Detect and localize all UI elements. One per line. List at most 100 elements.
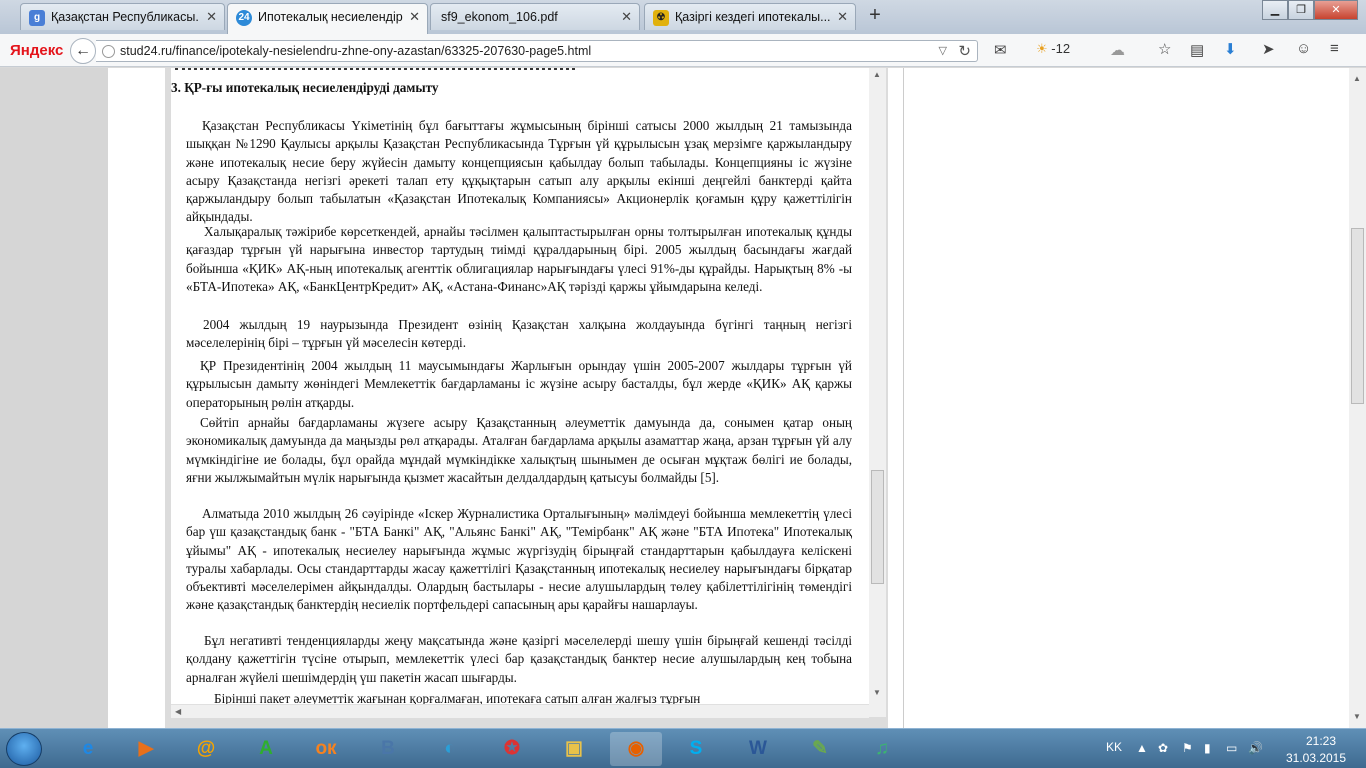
mail-agent-icon: @ — [196, 738, 216, 759]
close-icon[interactable]: ✕ — [409, 9, 420, 25]
temperature-text: -12 — [1051, 41, 1071, 56]
paint-taskbar-button[interactable]: ✎ — [794, 732, 846, 766]
network-app-icon[interactable]: ✿ — [1158, 741, 1168, 755]
url-text: stud24.ru/finance/ipotekaly-nesielendru-… — [120, 44, 592, 58]
language-indicator[interactable]: KK — [1106, 740, 1122, 754]
skype-icon: S — [689, 738, 703, 759]
spinner-app-taskbar-button[interactable]: ✪ — [486, 732, 538, 766]
scroll-up-arrow[interactable]: ▲ — [873, 70, 881, 79]
firefox-icon: ◉ — [627, 738, 645, 759]
weather-widget[interactable]: ☀ -12 — [1036, 41, 1070, 57]
scroll-thumb[interactable] — [1351, 228, 1364, 404]
battery-icon[interactable]: ▭ — [1226, 741, 1237, 755]
paragraph-4: ҚР Президентінің 2004 жылдың 11 маусымын… — [186, 358, 852, 410]
tab-1[interactable]: g Қазақстан Республикасы... ✕ — [20, 3, 225, 30]
paragraph-6: Алматыда 2010 жылдың 26 сәуірінде «Іскер… — [186, 506, 852, 613]
address-bar[interactable]: stud24.ru/finance/ipotekaly-nesielendru-… — [96, 40, 978, 62]
signal-icon[interactable]: ▮ — [1204, 741, 1211, 755]
close-window-button[interactable]: ✕ — [1314, 0, 1358, 20]
scroll-up-arrow[interactable]: ▲ — [1353, 74, 1361, 83]
download-icon[interactable]: ⬇ — [1224, 40, 1237, 58]
menu-icon[interactable]: ≡ — [1330, 40, 1339, 57]
smiley-icon[interactable]: ☺ — [1296, 40, 1311, 57]
page-content: 3. ҚР-ғы ипотекалық несиелендіруді дамыт… — [0, 68, 1349, 728]
mail-agent-taskbar-button[interactable]: @ — [180, 732, 232, 766]
paragraph-2: Халықаралық тәжірибе көрсеткендей, арнай… — [186, 224, 852, 294]
file-explorer-taskbar-button[interactable]: ▣ — [548, 732, 600, 766]
document-view: 3. ҚР-ғы ипотекалық несиелендіруді дамыт… — [171, 68, 869, 717]
globe-icon — [102, 45, 115, 58]
tab-1-label: Қазақстан Республикасы... — [51, 10, 200, 24]
tab-3[interactable]: sf9_ekonom_106.pdf ✕ — [430, 3, 640, 30]
close-icon[interactable]: ✕ — [206, 9, 217, 25]
close-icon[interactable]: ✕ — [621, 9, 632, 25]
scroll-thumb[interactable] — [871, 470, 884, 584]
word-icon: W — [749, 738, 767, 759]
reload-icon[interactable]: ↻ — [958, 42, 971, 60]
taskbar: e ▶ @ Aок В ◐ ✪ ▣ ◉ S W ✎ ♫ KK ▲ ✿ ⚑ ▮ ▭ 🔊 21:23 31.… — [0, 728, 1366, 768]
chevron-down-icon[interactable]: ▽ — [939, 44, 947, 57]
minimize-button[interactable]: ▁ — [1262, 0, 1288, 20]
scroll-down-arrow[interactable]: ▼ — [873, 688, 881, 697]
scroll-left-arrow[interactable]: ◀ — [175, 707, 181, 716]
media-player-taskbar-button[interactable]: ▶ — [120, 732, 172, 766]
page-right-area — [903, 68, 1349, 728]
back-button[interactable]: ← — [70, 38, 96, 64]
skype-taskbar-button[interactable]: S — [670, 732, 722, 766]
stud24-icon: 24 — [236, 10, 252, 26]
new-tab-button[interactable]: + — [864, 4, 886, 26]
mail-icon[interactable]: ✉ — [994, 41, 1007, 59]
system-tray: KK ▲ ✿ ⚑ ▮ ▭ 🔊 21:23 31.03.2015 — [1100, 729, 1366, 768]
paragraph-3: 2004 жылдың 19 наурызында Президент өзін… — [186, 317, 852, 351]
paint-icon: ✎ — [812, 738, 828, 759]
section-heading: 3. ҚР-ғы ипотекалық несиелендіруді дамыт… — [171, 80, 439, 95]
maximize-button[interactable]: ❐ — [1288, 0, 1314, 20]
internet-explorer-icon: e — [82, 738, 94, 759]
agent-app-icon: ◐ — [444, 738, 456, 759]
music-app-taskbar-button[interactable]: ♫ — [856, 732, 908, 766]
cloud-icon[interactable]: ☁ — [1110, 41, 1125, 59]
odnoklassniki-icon: ок — [315, 738, 337, 759]
start-button[interactable] — [6, 732, 42, 766]
browser-toolbar: Яндекс ← stud24.ru/finance/ipotekaly-nes… — [0, 34, 1366, 67]
tab-2[interactable]: 24 Ипотекалық несиелендір... ✕ — [227, 3, 428, 34]
volume-icon[interactable]: 🔊 — [1248, 741, 1263, 755]
weather-icon: ☀ — [1036, 41, 1048, 56]
tab-3-label: sf9_ekonom_106.pdf — [441, 10, 558, 24]
clock-time[interactable]: 21:23 — [1286, 734, 1356, 748]
send-icon[interactable]: ➤ — [1262, 40, 1275, 58]
vkontakte-icon: В — [381, 738, 395, 759]
green-app-taskbar-button[interactable]: A — [240, 732, 292, 766]
paragraph-1: Қазақстан Республикасы Үкіметінің бұл ба… — [186, 118, 852, 225]
logo-text: Яндекс — [10, 42, 64, 59]
agent-app-taskbar-button[interactable]: ◐ — [424, 732, 476, 766]
scroll-down-arrow[interactable]: ▼ — [1353, 712, 1361, 721]
word-taskbar-button[interactable]: W — [732, 732, 784, 766]
tab-4-label: Қазіргі кездегі ипотекалы... — [675, 10, 831, 24]
google-icon: g — [29, 10, 45, 26]
document-vertical-scrollbar[interactable]: ▲ ▼ — [869, 68, 886, 717]
paragraph-5: Сөйтіп арнайы бағдарламаны жүзеге асыру … — [186, 415, 852, 485]
tab-4[interactable]: ☢ Қазіргі кездегі ипотекалы... ✕ — [644, 3, 856, 30]
firefox-taskbar-button[interactable]: ◉ — [610, 732, 662, 766]
bookmarks-icon[interactable]: ▤ — [1190, 41, 1204, 59]
document-horizontal-scrollbar[interactable]: ◀ — [171, 704, 869, 718]
page-vertical-scrollbar[interactable]: ▲ ▼ — [1349, 68, 1366, 728]
green-app-icon: A — [259, 738, 273, 759]
clipped-text-line — [175, 68, 575, 70]
spinner-app-icon: ✪ — [504, 738, 520, 759]
clock-date[interactable]: 31.03.2015 — [1276, 751, 1356, 765]
file-explorer-icon: ▣ — [565, 738, 583, 759]
vkontakte-taskbar-button[interactable]: В — [362, 732, 414, 766]
tab-2-label: Ипотекалық несиелендір... — [258, 10, 403, 24]
tray-arrow-icon[interactable]: ▲ — [1136, 741, 1148, 755]
star-icon[interactable]: ☆ — [1158, 40, 1171, 58]
music-app-icon: ♫ — [874, 738, 890, 759]
media-player-icon: ▶ — [138, 738, 154, 759]
paragraph-7: Бұл негативті тенденцияларды жеңу мақсат… — [186, 633, 852, 685]
yandex-logo[interactable]: Яндекс — [10, 42, 63, 59]
internet-explorer-taskbar-button[interactable]: e — [62, 732, 114, 766]
odnoklassniki-taskbar-button[interactable]: ок — [300, 732, 352, 766]
close-icon[interactable]: ✕ — [837, 9, 848, 25]
flag-icon[interactable]: ⚑ — [1182, 741, 1193, 755]
